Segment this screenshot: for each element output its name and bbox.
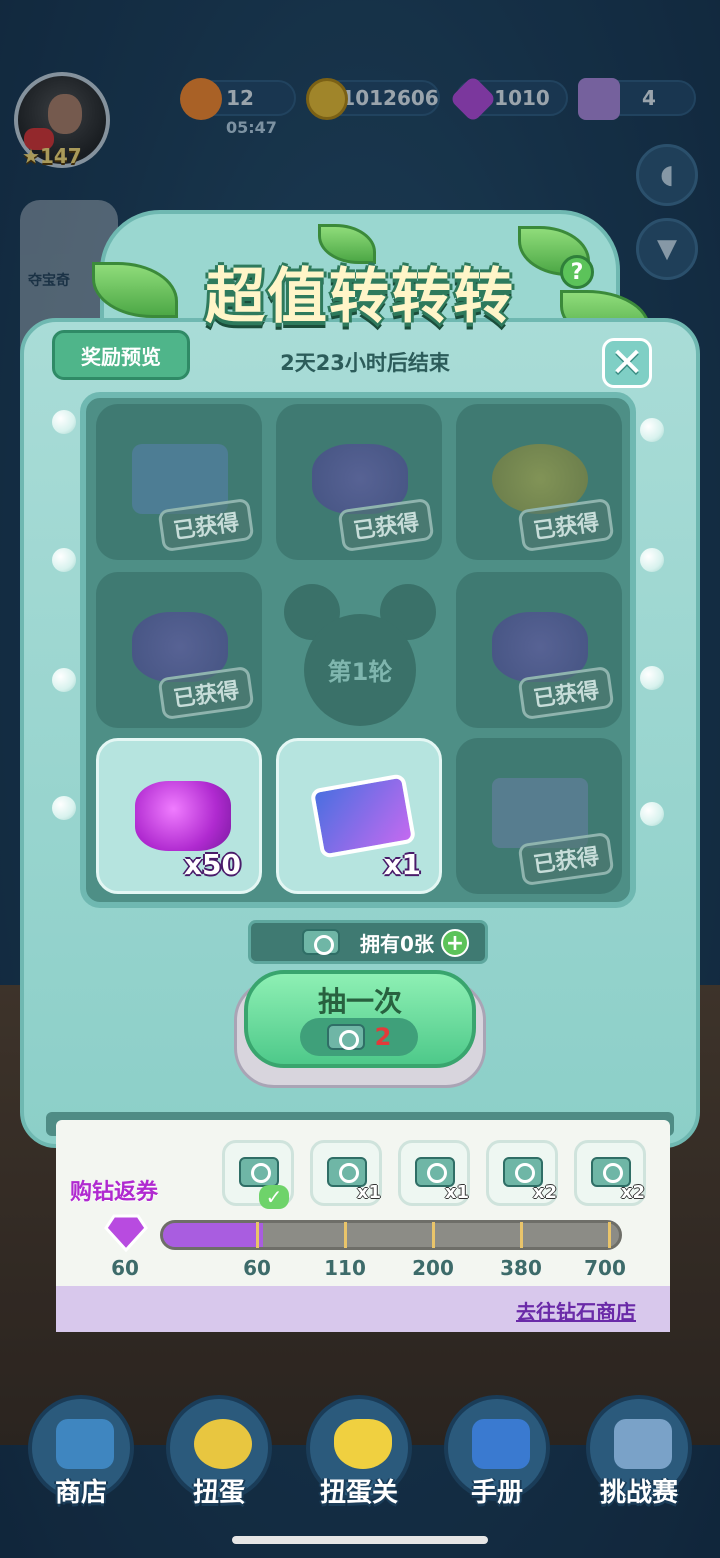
shop-icon — [56, 1419, 114, 1469]
bulb — [52, 796, 76, 820]
milestone-count: x2 — [620, 1182, 645, 1203]
nav-label: 扭蛋 — [192, 1478, 245, 1508]
nav-label: 扭蛋关 — [319, 1478, 398, 1508]
reward-cell: 已获得 — [456, 738, 622, 894]
album-icon — [472, 1419, 530, 1469]
close-button[interactable]: ✕ — [602, 338, 652, 388]
help-button[interactable]: ? — [560, 255, 594, 289]
draw-cost-value: 2 — [374, 1023, 392, 1051]
bulb — [640, 548, 664, 572]
reward-quantity: x50 — [183, 848, 241, 881]
milestone-threshold: 110 — [324, 1256, 366, 1280]
milestone-tick — [520, 1222, 523, 1248]
gems-pile-icon — [135, 781, 231, 851]
reward-cell: 已获得 — [96, 572, 262, 728]
milestone-reward[interactable]: ✓ — [222, 1140, 294, 1209]
event-countdown: 2天23小时后结束 — [280, 351, 450, 375]
milestone-tick — [432, 1222, 435, 1248]
current-gems: 60 — [111, 1256, 139, 1280]
reward-preview-button[interactable]: 奖励预览 — [52, 330, 190, 380]
event-title: 超值转转转 — [205, 262, 515, 332]
reward-cell-active: x1 — [276, 738, 442, 894]
round-label: 第1轮 — [327, 658, 393, 686]
milestone-threshold: 380 — [500, 1256, 542, 1280]
milestone-reward[interactable]: x2 — [486, 1140, 558, 1206]
gacha-level-icon — [334, 1419, 392, 1469]
draw-cost: 2 — [300, 1018, 418, 1056]
help-icon: ? — [570, 259, 584, 285]
bulb — [52, 548, 76, 572]
home-indicator[interactable] — [232, 1536, 488, 1544]
nav-label: 手册 — [470, 1478, 523, 1508]
milestone-reward[interactable]: x1 — [310, 1140, 382, 1206]
gem-icon — [104, 1214, 148, 1252]
milestone-count: x1 — [444, 1182, 469, 1203]
ticket-icon — [239, 1157, 279, 1187]
add-tickets-button[interactable]: + — [441, 929, 469, 957]
reward-cell-active: x50 — [96, 738, 262, 894]
milestone-threshold: 700 — [584, 1256, 626, 1280]
progress-fill — [163, 1223, 264, 1247]
nav-label: 挑战赛 — [599, 1478, 678, 1508]
milestone-reward[interactable]: x2 — [574, 1140, 646, 1206]
milestone-count: x2 — [532, 1182, 557, 1203]
check-icon: ✓ — [259, 1185, 289, 1209]
bulb — [52, 410, 76, 434]
bulb — [640, 802, 664, 826]
crown-icon — [614, 1419, 672, 1469]
draw-button-label: 抽一次 — [317, 985, 402, 1018]
sticker-card-icon — [309, 773, 417, 859]
nav-label: 商店 — [54, 1478, 107, 1508]
ticket-icon — [326, 1024, 365, 1050]
rebate-title: 购钻返券 — [70, 1180, 159, 1205]
ticket-count: 拥有0张 — [360, 931, 434, 956]
milestone-reward[interactable]: x1 — [398, 1140, 470, 1206]
bulb — [640, 418, 664, 442]
milestone-threshold: 60 — [243, 1256, 271, 1280]
reward-cell: 已获得 — [276, 404, 442, 560]
reward-cell: 已获得 — [96, 404, 262, 560]
go-to-gem-shop-link[interactable]: 去往钻石商店 — [516, 1296, 636, 1325]
milestone-tick — [256, 1222, 259, 1248]
bulb — [640, 666, 664, 690]
bulb — [52, 668, 76, 692]
ticket-count-bar: 拥有0张 + — [248, 920, 488, 964]
ticket-icon — [302, 929, 341, 955]
reward-quantity: x1 — [383, 848, 421, 881]
rebate-progress-bar — [160, 1220, 622, 1250]
milestone-tick — [608, 1222, 611, 1248]
milestone-threshold: 200 — [412, 1256, 454, 1280]
reward-cell: 已获得 — [456, 572, 622, 728]
milestone-tick — [344, 1222, 347, 1248]
gacha-icon — [194, 1419, 252, 1469]
close-icon: ✕ — [610, 340, 644, 386]
reward-cell: 已获得 — [456, 404, 622, 560]
milestone-count: x1 — [356, 1182, 381, 1203]
plus-icon: + — [445, 930, 465, 956]
